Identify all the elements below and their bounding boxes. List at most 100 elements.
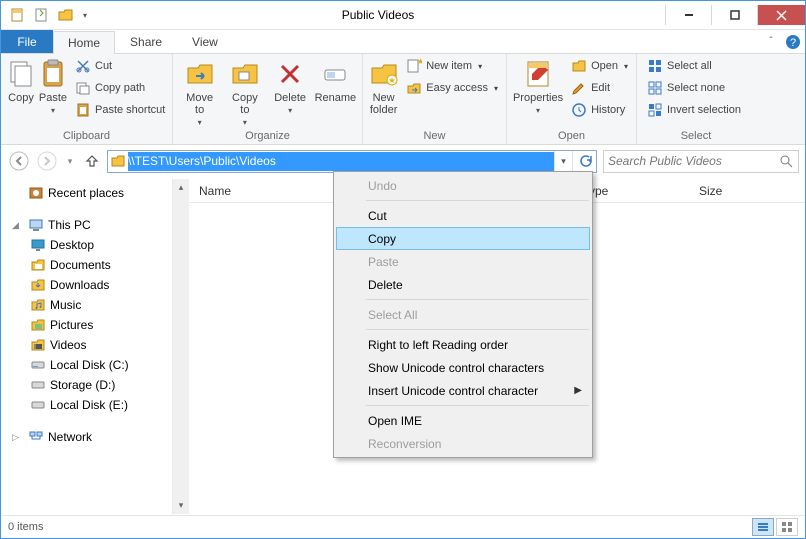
- paste-button[interactable]: Paste ▾: [37, 56, 69, 115]
- minimize-button[interactable]: [665, 5, 711, 25]
- new-folder-icon: ★: [368, 58, 400, 90]
- properties-icon: [522, 58, 554, 90]
- copy-to-icon: [229, 58, 261, 90]
- copy-to-button[interactable]: Copy to▾: [222, 56, 267, 127]
- ctx-delete[interactable]: Delete: [336, 273, 590, 296]
- delete-icon: [274, 58, 306, 90]
- ctx-cut[interactable]: Cut: [336, 204, 590, 227]
- cut-button[interactable]: Cut: [71, 56, 169, 76]
- easy-access-button[interactable]: Easy access▾: [402, 78, 502, 98]
- tree-videos[interactable]: Videos: [2, 335, 172, 355]
- qat-properties-icon[interactable]: [7, 4, 29, 26]
- new-folder-button[interactable]: ★New folder: [367, 56, 400, 116]
- address-dropdown[interactable]: ▾: [554, 151, 572, 172]
- paste-shortcut-button[interactable]: Paste shortcut: [71, 100, 169, 120]
- move-to-button[interactable]: Move to▾: [177, 56, 222, 127]
- history-dropdown[interactable]: ▾: [63, 156, 77, 167]
- column-type[interactable]: ype: [579, 184, 689, 198]
- edit-icon: [571, 80, 587, 96]
- qat-dropdown[interactable]: ▾: [79, 4, 91, 26]
- properties-button[interactable]: Properties▾: [511, 56, 565, 115]
- rename-icon: [319, 58, 351, 90]
- svg-text:?: ?: [790, 37, 796, 49]
- select-none-button[interactable]: Select none: [643, 78, 745, 98]
- qat-open-icon[interactable]: [55, 4, 77, 26]
- window-title: Public Videos: [91, 8, 665, 22]
- view-details-button[interactable]: [752, 518, 774, 536]
- tree-network[interactable]: ▷Network: [2, 427, 172, 447]
- tree-desktop[interactable]: Desktop: [2, 235, 172, 255]
- titlebar: ▾ Public Videos: [1, 1, 805, 30]
- address-input[interactable]: [128, 152, 554, 171]
- search-icon[interactable]: [778, 154, 794, 168]
- paste-icon: [37, 58, 69, 90]
- select-all-icon: [647, 58, 663, 74]
- tab-share[interactable]: Share: [115, 30, 177, 53]
- tree-recent-places[interactable]: Recent places: [2, 183, 172, 203]
- search-box[interactable]: [603, 150, 799, 173]
- history-button[interactable]: History: [567, 100, 632, 120]
- tab-home[interactable]: Home: [53, 31, 115, 54]
- maximize-button[interactable]: [711, 5, 757, 25]
- qat-new-folder-icon[interactable]: [31, 4, 53, 26]
- tree-pictures[interactable]: Pictures: [2, 315, 172, 335]
- context-menu: Undo Cut Copy Paste Delete Select All Ri…: [333, 171, 593, 458]
- documents-icon: [30, 257, 46, 273]
- submenu-arrow-icon: ▶: [574, 385, 582, 396]
- ctx-reconversion: Reconversion: [336, 432, 590, 455]
- tree-downloads[interactable]: Downloads: [2, 275, 172, 295]
- videos-icon: [30, 337, 46, 353]
- ctx-open-ime[interactable]: Open IME: [336, 409, 590, 432]
- edit-button[interactable]: Edit: [567, 78, 632, 98]
- tab-view[interactable]: View: [177, 30, 233, 53]
- invert-selection-button[interactable]: Invert selection: [643, 100, 745, 120]
- drive-icon: [30, 357, 46, 373]
- group-new: ★New folder ★New item▾ Easy access▾ New: [363, 54, 507, 144]
- address-bar[interactable]: ▾: [107, 150, 597, 173]
- window-buttons: [665, 5, 805, 25]
- ctx-insert-unicode[interactable]: Insert Unicode control character▶: [336, 379, 590, 402]
- tree-storage-d[interactable]: Storage (D:): [2, 375, 172, 395]
- up-button[interactable]: [81, 150, 103, 172]
- search-input[interactable]: [608, 154, 778, 168]
- group-select: Select all Select none Invert selection …: [637, 54, 755, 144]
- navigation-tree[interactable]: Recent places ◢This PC Desktop Documents…: [2, 179, 172, 514]
- ctx-select-all: Select All: [336, 303, 590, 326]
- scissors-icon: [75, 58, 91, 74]
- file-tab[interactable]: File: [1, 30, 53, 53]
- address-folder-icon: [108, 153, 128, 169]
- help-button[interactable]: ?: [781, 30, 805, 53]
- tree-this-pc[interactable]: ◢This PC: [2, 215, 172, 235]
- tree-local-disk-c[interactable]: Local Disk (C:): [2, 355, 172, 375]
- downloads-icon: [30, 277, 46, 293]
- delete-button[interactable]: Delete▾: [268, 56, 313, 115]
- ribbon-collapse-caret[interactable]: ˆ: [761, 30, 781, 53]
- view-large-icons-button[interactable]: [776, 518, 798, 536]
- column-size[interactable]: Size: [689, 184, 769, 198]
- svg-text:★: ★: [417, 58, 422, 66]
- new-item-button[interactable]: ★New item▾: [402, 56, 502, 76]
- open-icon: [571, 58, 587, 74]
- svg-text:★: ★: [388, 76, 395, 85]
- refresh-button[interactable]: [572, 151, 596, 172]
- rename-button[interactable]: Rename: [313, 56, 358, 104]
- tree-scrollbar[interactable]: ▴▾: [172, 179, 189, 514]
- select-all-button[interactable]: Select all: [643, 56, 745, 76]
- pictures-icon: [30, 317, 46, 333]
- close-button[interactable]: [757, 5, 805, 25]
- ctx-show-unicode[interactable]: Show Unicode control characters: [336, 356, 590, 379]
- status-bar: 0 items: [2, 515, 804, 537]
- tree-local-disk-e[interactable]: Local Disk (E:): [2, 395, 172, 415]
- copy-button[interactable]: Copy: [5, 56, 37, 104]
- ctx-rtl[interactable]: Right to left Reading order: [336, 333, 590, 356]
- tree-music[interactable]: Music: [2, 295, 172, 315]
- ctx-copy[interactable]: Copy: [336, 227, 590, 250]
- copy-icon: [5, 58, 37, 90]
- open-button[interactable]: Open▾: [567, 56, 632, 76]
- forward-button[interactable]: [35, 149, 59, 173]
- ctx-undo: Undo: [336, 174, 590, 197]
- tree-documents[interactable]: Documents: [2, 255, 172, 275]
- quick-access-toolbar: ▾: [1, 4, 91, 26]
- back-button[interactable]: [7, 149, 31, 173]
- copy-path-button[interactable]: Copy path: [71, 78, 169, 98]
